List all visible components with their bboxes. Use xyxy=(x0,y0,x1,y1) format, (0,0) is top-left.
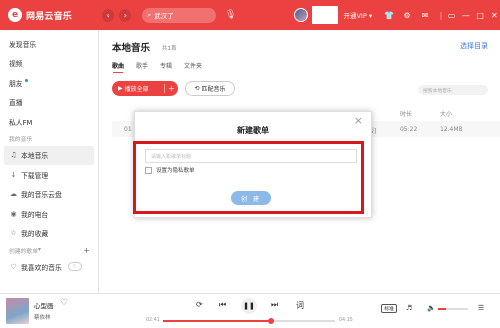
created-playlists-header: 创建的歌单 ▾ + xyxy=(9,245,90,255)
checkbox-box[interactable] xyxy=(145,166,152,174)
tabs: 歌曲 歌手 专辑 文件夹 xyxy=(112,61,214,73)
search-icon: ⌕ xyxy=(147,10,152,19)
tab-songs[interactable]: 歌曲 xyxy=(112,61,124,73)
vip-link[interactable]: 开通VIP ▾ xyxy=(343,10,372,20)
search-query: 武汉了 xyxy=(154,12,174,20)
progress-handle[interactable] xyxy=(268,318,275,324)
private-playlist-checkbox[interactable]: 设置为隐私歌单 xyxy=(145,166,195,174)
volume-fill xyxy=(438,308,446,310)
lyrics-button[interactable]: 词 xyxy=(296,300,304,311)
forward-button[interactable]: › xyxy=(119,8,132,22)
sidebar-item-cloud[interactable]: ☁ 我的音乐云盘 xyxy=(0,185,98,205)
pause-icon: ❚❚ xyxy=(243,302,255,310)
column-size[interactable]: 大小 xyxy=(440,109,452,118)
select-directory-link[interactable]: 选择目录 xyxy=(460,41,488,51)
divider: | xyxy=(439,10,443,20)
sidebar-item-fm[interactable]: 私人FM xyxy=(0,112,98,132)
sidebar: 发现音乐 视频 朋友 直播 私人FM 我的音乐 ♫ 本地音乐 ↓ 下载管理 ☁ 我的音… xyxy=(0,30,99,293)
settings-icon[interactable]: ⚙ xyxy=(400,11,414,20)
my-music-header: 我的音乐 xyxy=(9,137,33,143)
song-title[interactable]: 心型画 xyxy=(34,300,54,310)
progress-bar[interactable] xyxy=(163,318,335,324)
radio-icon: ◉ xyxy=(10,209,17,218)
tab-folders[interactable]: 文件夹 xyxy=(184,61,202,70)
app-name: 网易云音乐 xyxy=(26,11,73,22)
heart-icon: ♡ xyxy=(10,262,17,271)
chevron-left-icon: ‹ xyxy=(106,10,110,20)
download-icon: ↓ xyxy=(10,170,17,179)
local-search-input[interactable]: 搜索本地音乐 xyxy=(418,85,488,95)
username-box[interactable] xyxy=(312,6,339,24)
minimize-icon[interactable]: — xyxy=(460,11,471,20)
sidebar-item-local-music[interactable]: ♫ 本地音乐 xyxy=(4,145,94,165)
row-index: 01 xyxy=(124,126,132,133)
loop-mode-icon[interactable]: ⟳ xyxy=(196,300,203,309)
app-logo[interactable]: e 网易云音乐 xyxy=(8,8,102,22)
sidebar-item-friends[interactable]: 朋友 xyxy=(0,73,98,93)
close-icon[interactable]: × xyxy=(354,114,363,127)
sidebar-item-collection[interactable]: ☆ 我的收藏 xyxy=(0,224,98,244)
playlist-icon[interactable]: ☰ xyxy=(478,304,484,312)
mini-mode-icon[interactable]: ▭ xyxy=(446,11,457,20)
sidebar-item-video[interactable]: 视频 xyxy=(0,54,98,74)
add-to-queue-icon[interactable]: + xyxy=(164,84,178,93)
row-duration: 05:22 xyxy=(400,126,418,133)
music-note-icon: ♫ xyxy=(10,151,17,160)
maximize-icon[interactable]: □ xyxy=(474,11,485,20)
mail-icon[interactable]: ✉ xyxy=(418,11,432,20)
sidebar-item-liked-music[interactable]: ♡ 我喜欢的音乐 ♡ xyxy=(0,257,98,277)
notification-dot xyxy=(24,78,28,82)
netease-logo-icon: e xyxy=(8,8,22,22)
chevron-right-icon: › xyxy=(123,10,127,20)
sidebar-item-downloads[interactable]: ↓ 下载管理 xyxy=(0,165,98,185)
like-heart-icon[interactable]: ♡ xyxy=(60,298,68,308)
tab-artists[interactable]: 歌手 xyxy=(136,61,148,70)
match-music-button[interactable]: ⟲ 匹配音乐 xyxy=(185,81,235,96)
sidebar-item-radio[interactable]: ◉ 我的电台 xyxy=(0,204,98,224)
dialog-title: 新建歌单 xyxy=(237,126,269,135)
avatar[interactable] xyxy=(294,8,309,22)
cloud-icon: ☁ xyxy=(10,190,17,199)
microphone-icon[interactable]: 🎙 xyxy=(225,10,236,20)
heartbeat-mode-icon[interactable]: ♡ xyxy=(67,262,82,272)
refresh-icon: ⟲ xyxy=(194,85,202,92)
create-button[interactable]: 创 建 xyxy=(231,191,271,205)
album-cover[interactable] xyxy=(6,298,29,324)
play-all-button[interactable]: ▶ 播放全部 + xyxy=(112,81,178,96)
column-duration[interactable]: 时长 xyxy=(400,109,412,118)
playlist-title-input[interactable]: 请输入新歌单标题 xyxy=(145,149,357,163)
sound-effect-icon[interactable]: ♬ xyxy=(406,304,412,312)
time-current: 02:41 xyxy=(146,318,160,323)
volume-icon[interactable]: 🔈 xyxy=(427,304,436,312)
private-playlist-label: 设置为隐私歌单 xyxy=(156,168,195,174)
back-button[interactable]: ‹ xyxy=(102,8,115,22)
pause-button[interactable]: ❚❚ xyxy=(241,298,257,314)
shirt-icon[interactable]: 👕 xyxy=(382,11,396,20)
progress-fill xyxy=(163,320,272,322)
sidebar-item-discover[interactable]: 发现音乐 xyxy=(0,34,98,54)
time-total: 04:15 xyxy=(339,318,353,323)
search-input[interactable]: ⌕ 武汉了 xyxy=(142,7,217,23)
row-size: 12.4MB xyxy=(440,126,463,133)
volume-slider[interactable] xyxy=(438,308,468,310)
star-icon: ☆ xyxy=(10,229,17,238)
title-bar: e 网易云音乐 ‹ › ⌕ 武汉了 🎙 开通VIP ▾ 👕 ⚙ ✉ | ▭ — … xyxy=(0,0,500,30)
next-track-icon[interactable]: ⏭ xyxy=(271,300,278,310)
new-playlist-dialog: 新建歌单 × 请输入新歌单标题 设置为隐私歌单 创 建 xyxy=(134,111,372,218)
quality-badge[interactable]: 标准 xyxy=(381,304,397,313)
song-count: 共1首 xyxy=(162,46,177,52)
sidebar-item-live[interactable]: 直播 xyxy=(0,93,98,113)
tab-albums[interactable]: 专辑 xyxy=(160,61,172,70)
player-bar: 心型画 ♡ 蔡依林 ⟳ ⏮ ❚❚ ⏭ 词 02:41 04:15 标准 ♬ 🔈 … xyxy=(0,293,500,328)
artist-name[interactable]: 蔡依林 xyxy=(34,313,51,321)
page-title: 本地音乐 xyxy=(112,43,151,54)
add-playlist-button[interactable]: + xyxy=(83,246,90,255)
close-icon[interactable]: ✕ xyxy=(489,11,500,20)
previous-track-icon[interactable]: ⏮ xyxy=(219,300,226,310)
